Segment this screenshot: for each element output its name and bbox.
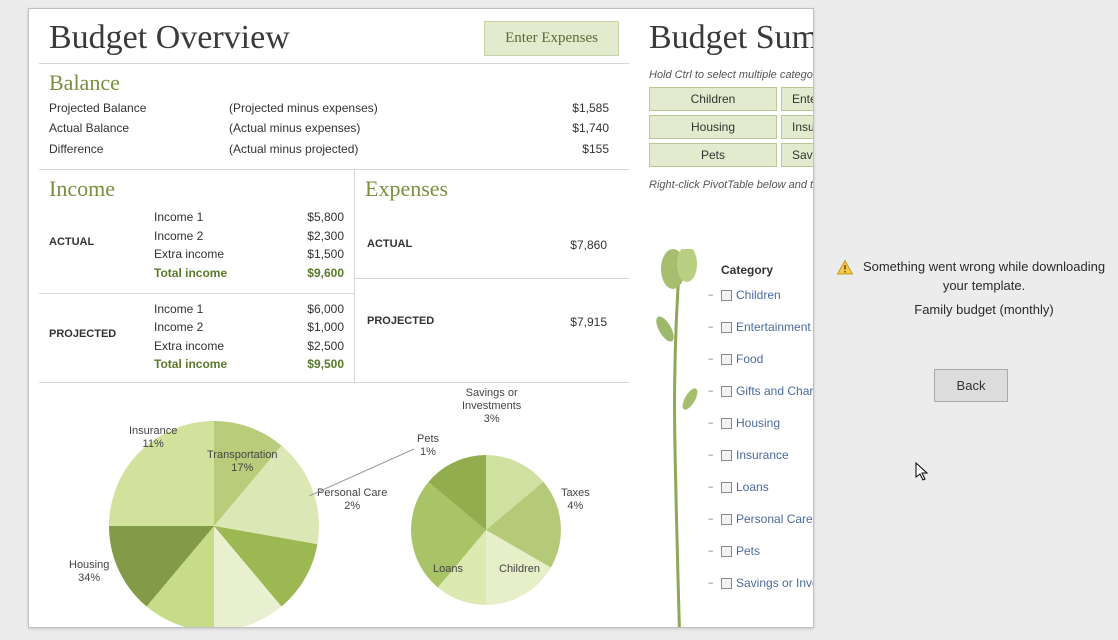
pivot-cat-food[interactable]: Food xyxy=(721,349,814,369)
pie-label-loans: Loans xyxy=(433,563,463,576)
pivot-cat-insurance[interactable]: Insurance xyxy=(721,445,814,465)
income-projected-block: PROJECTED Income 1$6,000 Income 2$1,000 … xyxy=(39,296,354,382)
balance-row-actual: Actual Balance (Actual minus expenses) $… xyxy=(49,118,619,138)
expenses-heading: Expenses xyxy=(355,170,629,204)
summary-title: Budget Sum xyxy=(643,9,814,63)
slicer-entertainment[interactable]: Enter xyxy=(781,87,814,111)
balance-row-difference: Difference (Actual minus projected) $155 xyxy=(49,139,619,159)
slicer-housing[interactable]: Housing xyxy=(649,115,777,139)
pivot-cat-housing[interactable]: Housing xyxy=(721,413,814,433)
pie-label-transportation: Transportation 17% xyxy=(207,449,278,475)
chart-area: Insurance 11% Transportation 17% Housing… xyxy=(39,391,629,591)
pivot-cat-savings[interactable]: Savings or Investm xyxy=(721,573,814,593)
expenses-projected-row: PROJECTED $7,915 xyxy=(355,281,629,337)
income-heading: Income xyxy=(39,170,354,204)
pie-label-pets: Pets 1% xyxy=(417,433,439,459)
template-preview-panel: Budget Overview Enter Expenses Balance P… xyxy=(28,8,814,628)
balance-row-projected: Projected Balance (Projected minus expen… xyxy=(49,98,619,118)
pivot-cat-pets[interactable]: Pets xyxy=(721,541,814,561)
pivot-cat-gifts[interactable]: Gifts and Charity xyxy=(721,381,814,401)
budget-overview-section: Budget Overview Enter Expenses Balance P… xyxy=(39,9,629,591)
pie-leader-line xyxy=(309,441,419,501)
pivot-cat-entertainment[interactable]: Entertainment xyxy=(721,317,814,337)
pivot-cat-personalcare[interactable]: Personal Care xyxy=(721,509,814,529)
error-message: Something went wrong while downloading y… xyxy=(862,258,1106,296)
pie-label-children: Children xyxy=(499,563,540,576)
budget-summary-section: Budget Sum Hold Ctrl to select multiple … xyxy=(643,9,814,197)
pivot-cat-children[interactable]: Children xyxy=(721,285,814,305)
slicer-children[interactable]: Children xyxy=(649,87,777,111)
pie-label-insurance: Insurance 11% xyxy=(129,425,177,451)
warning-icon xyxy=(836,259,854,277)
plant-decoration xyxy=(645,249,715,628)
pie-chart-right xyxy=(411,455,561,605)
expenses-actual-row: ACTUAL $7,860 xyxy=(355,204,629,260)
enter-expenses-button[interactable]: Enter Expenses xyxy=(484,21,619,56)
balance-heading: Balance xyxy=(39,64,629,98)
pie-label-housing: Housing 34% xyxy=(69,559,109,585)
pivot-category-list: Category Children Entertainment Food Gif… xyxy=(721,263,814,605)
category-column-header: Category xyxy=(721,263,814,277)
income-actual-block: ACTUAL Income 1$5,800 Income 2$2,300 Ext… xyxy=(39,204,354,290)
error-template-name: Family budget (monthly) xyxy=(862,302,1106,317)
slicer-pets[interactable]: Pets xyxy=(649,143,777,167)
overview-title: Budget Overview xyxy=(49,19,290,57)
back-button[interactable]: Back xyxy=(934,369,1009,402)
slicer-insurance[interactable]: Insur xyxy=(781,115,814,139)
slicer-savings[interactable]: Savin xyxy=(781,143,814,167)
pivot-cat-loans[interactable]: Loans xyxy=(721,477,814,497)
pie-label-taxes: Taxes 4% xyxy=(561,487,590,513)
pie-label-savings: Savings or Investments 3% xyxy=(462,387,521,427)
error-panel: Something went wrong while downloading y… xyxy=(826,0,1116,640)
summary-hint1: Hold Ctrl to select multiple categorie xyxy=(643,63,814,87)
summary-hint2: Right-click PivotTable below and th xyxy=(643,173,814,197)
